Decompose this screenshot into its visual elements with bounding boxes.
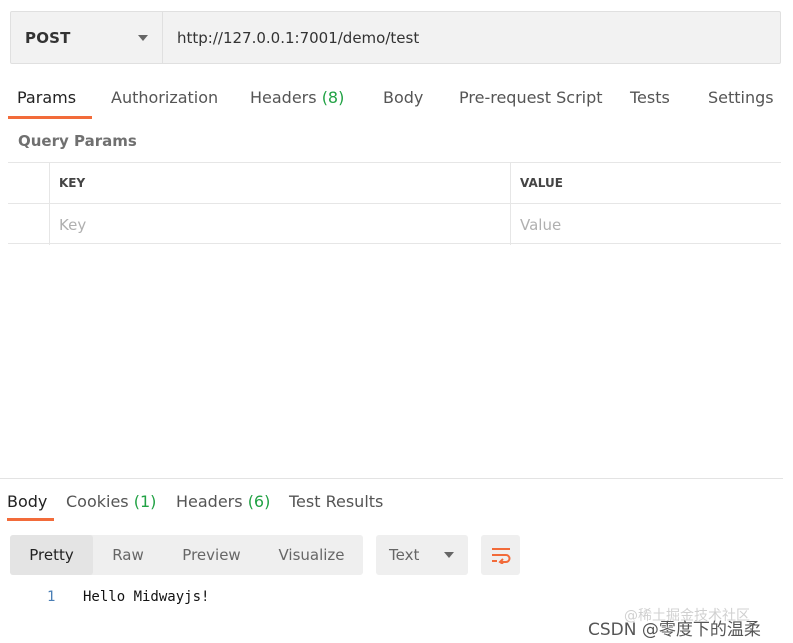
method-label: POST (25, 28, 71, 47)
method-select[interactable]: POST (11, 12, 163, 63)
tab-tests-label: Tests (630, 88, 670, 107)
tab-cookies-label: Cookies (66, 492, 129, 511)
tab-headers-label: Headers (250, 88, 317, 107)
table-header-row: KEY VALUE (8, 163, 781, 204)
active-response-tab-indicator (7, 518, 54, 521)
tab-params[interactable]: Params (17, 88, 76, 107)
tab-cookies[interactable]: Cookies (1) (66, 492, 156, 511)
view-pretty-button[interactable]: Pretty (10, 535, 93, 575)
tab-cookies-count: (1) (133, 492, 157, 511)
query-params-title: Query Params (18, 132, 137, 150)
tab-response-headers[interactable]: Headers (6) (176, 492, 270, 511)
table-row: Key Value (8, 204, 781, 245)
key-input[interactable]: Key (49, 204, 511, 245)
request-url-bar: POST http://127.0.0.1:7001/demo/test (10, 11, 781, 64)
view-visualize-button[interactable]: Visualize (260, 535, 363, 575)
value-column-header: VALUE (520, 176, 563, 190)
tab-response-headers-label: Headers (176, 492, 243, 511)
response-tabs: Body Cookies (1) Headers (6) Test Result… (7, 486, 407, 522)
tab-pre-request-script-label: Pre-request Script (459, 88, 603, 107)
tab-authorization-label: Authorization (111, 88, 219, 107)
chevron-down-icon (138, 34, 148, 41)
format-select[interactable]: Text (376, 535, 468, 575)
format-label: Text (389, 546, 420, 564)
tab-params-label: Params (17, 88, 77, 107)
response-text: Hello Midwayjs! (83, 589, 210, 605)
tab-response-body-label: Body (7, 492, 48, 511)
chevron-down-icon (444, 552, 454, 558)
tab-settings[interactable]: Settings (708, 88, 774, 107)
view-raw-button[interactable]: Raw (93, 535, 163, 575)
tab-response-body[interactable]: Body (7, 492, 47, 511)
tab-tests[interactable]: Tests (630, 88, 670, 107)
wrap-lines-icon (491, 548, 510, 564)
response-divider (0, 478, 783, 479)
line-number: 1 (47, 589, 56, 605)
tab-headers-count: (8) (321, 88, 345, 107)
url-input[interactable]: http://127.0.0.1:7001/demo/test (163, 12, 780, 63)
tab-test-results-label: Test Results (289, 492, 384, 511)
tab-headers[interactable]: Headers (8) (250, 88, 344, 107)
wrap-lines-button[interactable] (481, 535, 520, 575)
tab-body-label: Body (383, 88, 424, 107)
value-input[interactable]: Value (511, 204, 781, 245)
tab-body[interactable]: Body (383, 88, 423, 107)
tab-settings-label: Settings (708, 88, 774, 107)
tab-pre-request-script[interactable]: Pre-request Script (459, 88, 603, 107)
tab-test-results[interactable]: Test Results (289, 492, 383, 511)
query-params-table: KEY VALUE Key Value (8, 162, 781, 245)
key-column-header: KEY (49, 163, 511, 203)
watermark-csdn: CSDN @零度下的温柔 (588, 620, 761, 640)
view-preview-button[interactable]: Preview (163, 535, 260, 575)
request-tabs: Params Authorization Headers (8) Body Pr… (8, 82, 783, 122)
tab-response-headers-count: (6) (247, 492, 271, 511)
active-tab-indicator (8, 116, 92, 119)
tab-authorization[interactable]: Authorization (111, 88, 218, 107)
view-mode-toggle: Pretty Raw Preview Visualize (10, 535, 363, 575)
